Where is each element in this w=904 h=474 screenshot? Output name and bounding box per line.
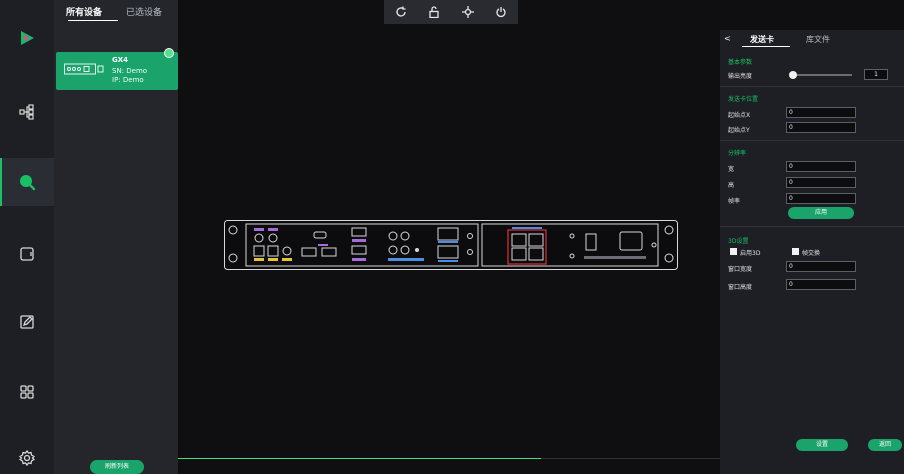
section-basic-params: 基本参数	[728, 59, 753, 66]
brightness-slider-knob[interactable]	[789, 71, 798, 79]
start-y-field[interactable]: 0	[786, 122, 856, 133]
frame-swap-label: 帧交换	[802, 250, 821, 257]
progress-fill	[178, 458, 541, 459]
refresh-list-button[interactable]: 刷新列表	[90, 460, 144, 474]
settings-icon[interactable]	[0, 434, 54, 474]
device-icon	[64, 63, 104, 75]
enable-3d-checkbox[interactable]	[730, 248, 737, 255]
frame-swap-checkbox[interactable]	[792, 248, 799, 255]
settings-button[interactable]: 设置	[796, 439, 848, 451]
locate-icon[interactable]	[459, 3, 477, 21]
device-sn: SN: Demo	[112, 67, 148, 75]
window-height-field[interactable]: 0	[786, 279, 856, 290]
device-name: GX4	[112, 56, 129, 64]
grid-icon[interactable]	[0, 368, 54, 416]
frame-rate-label: 帧率	[728, 198, 741, 205]
width-label: 宽	[728, 166, 735, 173]
apply-button[interactable]: 应用	[788, 207, 854, 219]
tab-send-card[interactable]: 发送卡	[750, 34, 774, 45]
start-x-field[interactable]: 0	[786, 107, 856, 118]
top-toolbar	[384, 0, 518, 24]
brightness-slider[interactable]	[789, 71, 852, 79]
lock-icon[interactable]	[425, 3, 443, 21]
active-tab-underline	[742, 46, 790, 47]
enable-3d-label: 启用3D	[740, 250, 761, 257]
search-icon[interactable]	[0, 158, 54, 206]
device-ip: IP: Demo	[112, 76, 144, 84]
divider	[720, 140, 904, 141]
topology-icon[interactable]	[0, 88, 54, 136]
tab-library-file[interactable]: 库文件	[806, 34, 830, 45]
frame-rate-field[interactable]: 0	[786, 193, 856, 204]
device-rear-panel-image	[224, 220, 678, 270]
refresh-icon[interactable]	[392, 3, 410, 21]
height-label: 高	[728, 182, 735, 189]
device-list-panel: 所有设备 已选设备 GX4 SN: Demo IP: Demo 刷新列表	[54, 0, 178, 474]
return-button[interactable]: 返回	[868, 439, 902, 451]
selected-check-icon	[164, 48, 174, 58]
height-field[interactable]: 0	[786, 177, 856, 188]
output-brightness-label: 输出亮度	[728, 73, 753, 80]
start-x-label: 起始点X	[728, 112, 751, 119]
send-card-panel: < 发送卡 库文件 基本参数 输出亮度 1 发送卡位置 起始点X 0 起始点Y …	[720, 30, 904, 474]
width-field[interactable]: 0	[786, 161, 856, 172]
back-chevron-icon[interactable]: <	[724, 34, 731, 43]
active-tab-underline	[68, 20, 118, 21]
start-y-label: 起始点Y	[728, 127, 750, 134]
window-height-label: 窗口高度	[728, 284, 753, 291]
tab-all-devices[interactable]: 所有设备	[54, 8, 102, 30]
section-resolution: 分辨率	[728, 150, 747, 157]
device-card[interactable]: GX4 SN: Demo IP: Demo	[56, 48, 178, 90]
section-3d-settings: 3D设置	[728, 238, 749, 245]
screen-icon[interactable]	[0, 230, 54, 278]
window-width-field[interactable]: 0	[786, 261, 856, 272]
divider	[720, 86, 904, 87]
tab-selected-devices[interactable]: 已选设备	[102, 8, 162, 30]
section-send-card-position: 发送卡位置	[728, 96, 759, 103]
left-nav-rail	[0, 0, 54, 474]
main-canvas	[178, 24, 720, 454]
brightness-value-field[interactable]: 1	[864, 69, 888, 80]
divider	[720, 226, 904, 227]
power-icon[interactable]	[492, 3, 510, 21]
play-logo-icon[interactable]	[0, 14, 54, 62]
window-width-label: 窗口宽度	[728, 266, 753, 273]
edit-icon[interactable]	[0, 298, 54, 346]
